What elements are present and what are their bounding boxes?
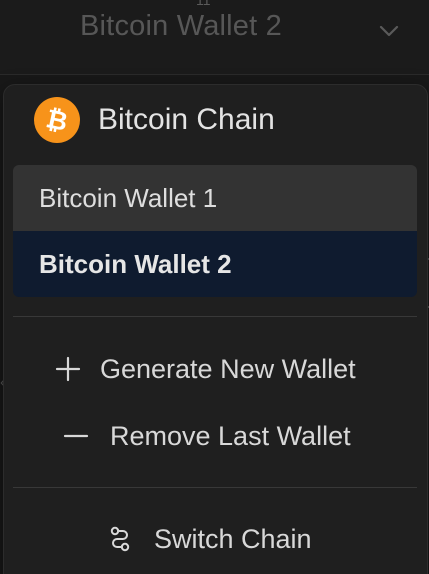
generate-new-wallet-label: Generate New Wallet — [100, 353, 356, 384]
wallet-option-1[interactable]: Bitcoin Wallet 1 — [13, 165, 417, 231]
generate-new-wallet-button[interactable]: Generate New Wallet — [54, 349, 356, 389]
wallet-option-label: Bitcoin Wallet 2 — [39, 248, 232, 279]
svg-text:₿: ₿ — [44, 103, 71, 137]
wallet-option-label: Bitcoin Wallet 1 — [39, 182, 218, 213]
chain-name: Bitcoin Chain — [98, 103, 275, 136]
switch-chain-button[interactable]: Switch Chain — [106, 519, 312, 559]
chevron-down-icon[interactable] — [375, 17, 403, 45]
remove-last-wallet-label: Remove Last Wallet — [110, 420, 351, 451]
wallet-option-2-selected[interactable]: Bitcoin Wallet 2 — [13, 231, 417, 297]
bitcoin-icon: ₿ — [34, 97, 80, 143]
minus-icon — [63, 434, 89, 438]
current-wallet-title[interactable]: Bitcoin Wallet 2 — [80, 10, 282, 43]
switch-chain-label: Switch Chain — [154, 523, 312, 554]
wallet-dropdown-panel: ₿ Bitcoin Chain Bitcoin Wallet 1 Bitcoin… — [3, 84, 428, 574]
app-root: 11 Bitcoin Wallet 2 ⋮ ‹ ₿ Bitcoin Chain … — [0, 0, 429, 574]
divider — [13, 316, 417, 317]
route-icon — [110, 526, 130, 552]
divider — [13, 487, 417, 488]
chain-header: ₿ Bitcoin Chain — [34, 97, 275, 143]
header-top-mark: 11 — [196, 0, 211, 8]
plus-icon — [55, 356, 81, 382]
remove-last-wallet-button[interactable]: Remove Last Wallet — [62, 416, 351, 456]
wallet-selector-header[interactable]: 11 Bitcoin Wallet 2 — [0, 0, 429, 75]
